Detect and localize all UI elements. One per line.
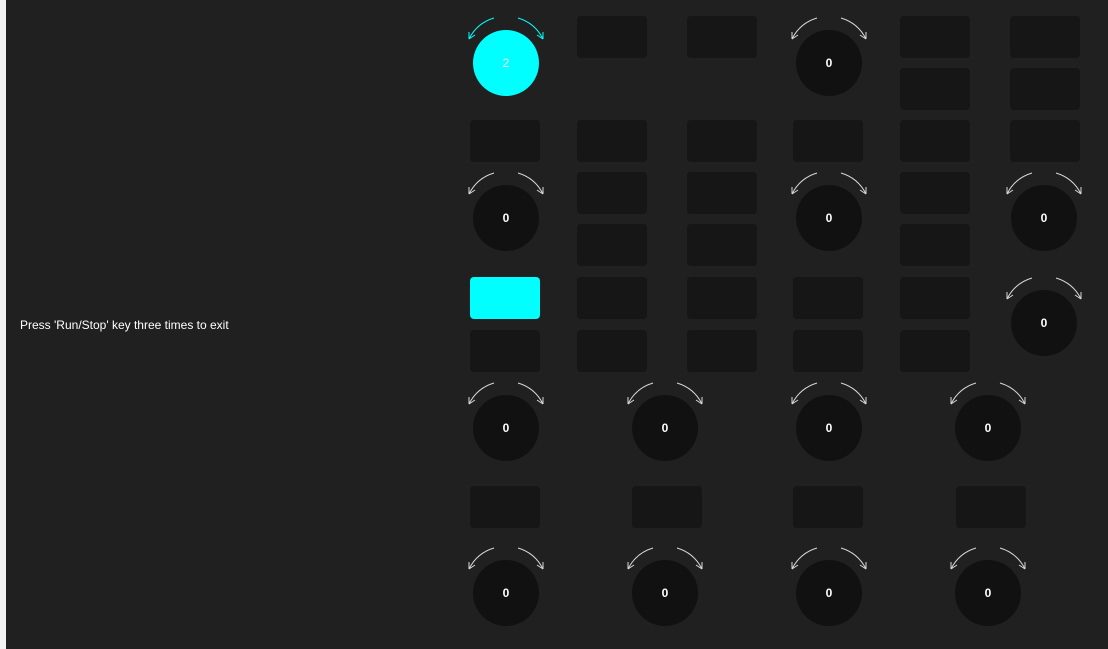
- knob-value: 0: [796, 185, 862, 251]
- key-r2-c4[interactable]: [793, 120, 863, 162]
- knob-value: 2: [473, 30, 539, 96]
- knob-r2-c1[interactable]: 0: [468, 170, 544, 255]
- knob-value: 0: [955, 395, 1021, 461]
- knob-r3-c6[interactable]: 0: [1006, 275, 1082, 360]
- knob-r4-c4[interactable]: 0: [950, 380, 1026, 465]
- test-screen: Press 'Run/Stop' key three times to exit…: [6, 0, 1108, 649]
- knob-value: 0: [796, 395, 862, 461]
- key-r5-c1[interactable]: [470, 486, 540, 528]
- key-r1-c3[interactable]: [687, 16, 757, 58]
- key-r2-c2a[interactable]: [577, 120, 647, 162]
- key-r1-c6a[interactable]: [1010, 16, 1080, 58]
- key-r2-c5c[interactable]: [900, 224, 970, 266]
- knob-value: 0: [632, 395, 698, 461]
- key-r2-c6[interactable]: [1010, 120, 1080, 162]
- knob-value: 0: [473, 560, 539, 626]
- key-r3-c5a[interactable]: [900, 277, 970, 319]
- key-r5-c3[interactable]: [793, 486, 863, 528]
- knob-r5-c3[interactable]: 0: [791, 545, 867, 630]
- key-r1-c5a[interactable]: [900, 16, 970, 58]
- key-r2-c3b[interactable]: [687, 172, 757, 214]
- key-r3-c2b[interactable]: [577, 330, 647, 372]
- knob-r5-c2[interactable]: 0: [627, 545, 703, 630]
- key-r3-c1a[interactable]: [470, 277, 540, 319]
- key-r1-c2[interactable]: [577, 16, 647, 58]
- knob-value: 0: [796, 560, 862, 626]
- key-r2-c1[interactable]: [470, 120, 540, 162]
- key-r3-c5b[interactable]: [900, 330, 970, 372]
- knob-value: 0: [1011, 290, 1077, 356]
- key-r2-c3a[interactable]: [687, 120, 757, 162]
- knob-r4-c1[interactable]: 0: [468, 380, 544, 465]
- key-r3-c3b[interactable]: [687, 330, 757, 372]
- knob-r1-c4[interactable]: 0: [791, 15, 867, 100]
- key-r3-c2a[interactable]: [577, 277, 647, 319]
- key-r3-c4a[interactable]: [793, 277, 863, 319]
- key-r3-c1b[interactable]: [470, 330, 540, 372]
- knob-r2-c6[interactable]: 0: [1006, 170, 1082, 255]
- knob-r5-c4[interactable]: 0: [950, 545, 1026, 630]
- exit-instruction: Press 'Run/Stop' key three times to exit: [20, 318, 229, 332]
- key-r5-c2[interactable]: [632, 486, 702, 528]
- knob-r4-c3[interactable]: 0: [791, 380, 867, 465]
- knob-value: 0: [632, 560, 698, 626]
- key-r2-c5a[interactable]: [900, 120, 970, 162]
- key-r5-c4[interactable]: [956, 486, 1026, 528]
- key-r1-c6b[interactable]: [1010, 68, 1080, 110]
- knob-value: 0: [1011, 185, 1077, 251]
- knob-value: 0: [796, 30, 862, 96]
- knob-r4-c2[interactable]: 0: [627, 380, 703, 465]
- knob-r2-c4[interactable]: 0: [791, 170, 867, 255]
- key-r3-c4b[interactable]: [793, 330, 863, 372]
- knob-value: 0: [473, 185, 539, 251]
- key-r2-c3c[interactable]: [687, 224, 757, 266]
- key-r1-c5b[interactable]: [900, 68, 970, 110]
- key-r2-c2c[interactable]: [577, 224, 647, 266]
- knob-r1-c1[interactable]: 2: [468, 15, 544, 100]
- knob-r5-c1[interactable]: 0: [468, 545, 544, 630]
- key-r2-c2b[interactable]: [577, 172, 647, 214]
- knob-value: 0: [955, 560, 1021, 626]
- key-r3-c3a[interactable]: [687, 277, 757, 319]
- key-r2-c5b[interactable]: [900, 172, 970, 214]
- knob-value: 0: [473, 395, 539, 461]
